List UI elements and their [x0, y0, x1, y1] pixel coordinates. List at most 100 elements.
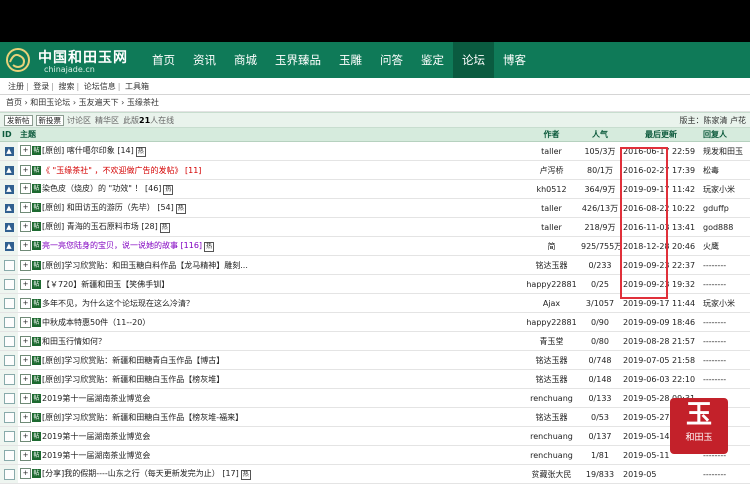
expand-icon[interactable]: +	[20, 316, 31, 328]
expand-icon[interactable]: +	[20, 202, 31, 213]
topic-title-link[interactable]: 2019第十一届湖南茶业博览会	[42, 394, 150, 403]
expand-icon[interactable]: +	[20, 297, 31, 309]
author-cell[interactable]: 卢泻桥	[524, 160, 579, 180]
author-cell[interactable]: happy22881	[524, 312, 579, 332]
last-replier-cell[interactable]: --------	[701, 464, 750, 484]
topic-title-link[interactable]: [原创] 和田访玉的游历（先毕） [54]	[42, 203, 174, 212]
expand-icon[interactable]: +	[20, 373, 31, 385]
breadcrumb[interactable]: 首页 › 和田玉论坛 › 玉友遍天下 › 玉缘茶社	[0, 95, 750, 112]
topic-title-link[interactable]: 亮一亮您陆身的宝贝，说一说她的故事 [116]	[42, 241, 202, 250]
table-row[interactable]: + 帖 2019第十一届湖南茶业博览会 renchuang 0/133 2019-05-2…	[0, 388, 750, 408]
table-row[interactable]: + 帖【￥720】新疆和田玉【笑佛手钏】 happy22881 0/25 2019-09…	[0, 274, 750, 294]
forum-info-link[interactable]: 论坛信息	[84, 82, 116, 91]
last-replier-cell[interactable]: gduffp	[701, 198, 750, 218]
author-cell[interactable]: renchuang	[524, 388, 579, 408]
discussion-area-link[interactable]: 讨论区	[67, 115, 91, 126]
topic-title-link[interactable]: 【￥720】新疆和田玉【笑佛手钏】	[42, 280, 169, 289]
table-row[interactable]: ▲ + 帖 [原创] 喀什噶尔印象 [14] 热 taller 105/3万 2016-06-…	[0, 141, 750, 161]
nav-mall[interactable]: 商城	[225, 42, 266, 78]
new-post-button[interactable]: 发新帖	[4, 115, 33, 126]
expand-icon[interactable]: +	[20, 335, 31, 347]
topic-title-link[interactable]: 染色皮（烧皮）的 "功效" ！ [46]	[42, 184, 161, 193]
table-row[interactable]: + 帖多年不见，为什么这个论坛现在这么冷清？ Ajax 3/1057 2019-09-1…	[0, 293, 750, 313]
expand-icon[interactable]: +	[20, 259, 31, 271]
table-row[interactable]: ▲ + 帖染色皮（烧皮）的 "功效" ！ [46] 热 kh0512 364/9万 2019…	[0, 179, 750, 199]
new-vote-button[interactable]: 新投票	[35, 115, 64, 126]
author-cell[interactable]: taller	[524, 141, 579, 161]
expand-icon[interactable]: +	[20, 468, 31, 479]
expand-icon[interactable]: +	[20, 392, 31, 404]
nav-blog[interactable]: 博客	[494, 42, 535, 78]
last-replier-cell[interactable]: 规发和田玉	[701, 141, 750, 161]
author-cell[interactable]: 简	[524, 236, 579, 256]
essence-area-link[interactable]: 精华区	[95, 115, 119, 126]
last-replier-cell[interactable]: god888	[701, 217, 750, 237]
author-cell[interactable]: 铭达玉器	[524, 350, 579, 370]
table-row[interactable]: + 帖 [原创]学习欣赏贴：新疆和田糖白玉作品【榜灰堆-福来】 铭达玉器 0/53 201…	[0, 407, 750, 427]
table-row[interactable]: ▲ + 帖 [原创] 青海的玉石原料市场 [28] 热 taller 218/9万 2016-…	[0, 217, 750, 237]
register-link[interactable]: 注册	[8, 82, 24, 91]
expand-icon[interactable]: +	[20, 430, 31, 442]
expand-icon[interactable]: +	[20, 145, 31, 156]
last-replier-cell[interactable]: --------	[701, 350, 750, 370]
nav-treasures[interactable]: 玉界臻品	[266, 42, 330, 78]
last-replier-cell[interactable]: 松毒	[701, 160, 750, 180]
table-row[interactable]: + 帖和田玉行情如何？ 青玉堂 0/80 2019-08-28 21:57 -------…	[0, 331, 750, 351]
expand-icon[interactable]: +	[20, 221, 31, 232]
topic-title-link[interactable]: [原创]学习欣赏贴：新疆和田糖白玉作品【榜灰堆】	[42, 375, 224, 384]
expand-icon[interactable]: +	[20, 278, 31, 290]
login-link[interactable]: 登录	[33, 82, 49, 91]
last-replier-cell[interactable]: 玩家小米	[701, 179, 750, 199]
table-row[interactable]: + 帖 2019第十一届湖南茶业博览会 renchuang 1/81 2019-05-11…	[0, 445, 750, 465]
last-replier-cell[interactable]: --------	[701, 312, 750, 332]
topic-title-link[interactable]: 多年不见，为什么这个论坛现在这么冷清？	[42, 299, 194, 308]
author-cell[interactable]: happy22881	[524, 274, 579, 294]
last-replier-cell[interactable]: 玩家小米	[701, 293, 750, 313]
table-row[interactable]: + 帖 2019第十一届湖南茶业博览会 renchuang 0/137 2019-05-1…	[0, 426, 750, 446]
author-cell[interactable]: 贫藏张大民	[524, 464, 579, 484]
author-cell[interactable]: renchuang	[524, 426, 579, 446]
last-replier-cell[interactable]: --------	[701, 331, 750, 351]
search-link[interactable]: 搜索	[59, 82, 75, 91]
topic-title-link[interactable]: [原创]学习欣赏贴：新疆和田糖青白玉作品【博古】	[42, 356, 224, 365]
nav-news[interactable]: 资讯	[184, 42, 225, 78]
table-row[interactable]: + 帖 [分享]我的假期----山东之行（每天更新发完为止） [17] 热贫藏张大民 1…	[0, 464, 750, 484]
topic-title-link[interactable]: 《 "玉缘茶社" ，不欢迎做广告的发帖》 [11]	[42, 166, 201, 175]
table-row[interactable]: ▲ + 帖亮一亮您陆身的宝贝，说一说她的故事 [116] 热简 925/755万 2018…	[0, 236, 750, 256]
last-replier-cell[interactable]: --------	[701, 255, 750, 275]
table-row[interactable]: + 帖 [原创]学习欣赏贴：和田玉糖白料作品【龙马精神】雕刻... 铭达玉器 0/233…	[0, 255, 750, 275]
last-replier-cell[interactable]: --------	[701, 274, 750, 294]
topic-title-link[interactable]: [原创] 喀什噶尔印象 [14]	[42, 146, 134, 155]
author-cell[interactable]: 铭达玉器	[524, 369, 579, 389]
topic-title-link[interactable]: [原创] 青海的玉石原料市场 [28]	[42, 222, 158, 231]
topic-title-link[interactable]: [原创]学习欣赏贴：新疆和田糖白玉作品【榜灰堆-福来】	[42, 413, 243, 422]
table-row[interactable]: ▲ + 帖《 "玉缘茶社" ，不欢迎做广告的发帖》 [11] 卢泻桥 80/1万 2016…	[0, 160, 750, 180]
author-cell[interactable]: Ajax	[524, 293, 579, 313]
topic-title-link[interactable]: [分享]我的假期----山东之行（每天更新发完为止） [17]	[42, 469, 239, 478]
author-cell[interactable]: taller	[524, 198, 579, 218]
expand-icon[interactable]: +	[20, 183, 31, 194]
author-cell[interactable]: 铭达玉器	[524, 255, 579, 275]
nav-appraisal[interactable]: 鉴定	[412, 42, 453, 78]
site-logo[interactable]: 中国和田玉网 chinajade.cn	[4, 46, 144, 76]
nav-carving[interactable]: 玉雕	[330, 42, 371, 78]
last-replier-cell[interactable]: 火鹰	[701, 236, 750, 256]
expand-icon[interactable]: +	[20, 240, 31, 251]
table-row[interactable]: + 帖 [原创]学习欣赏贴：新疆和田糖青白玉作品【博古】 铭达玉器 0/748 2019-…	[0, 350, 750, 370]
author-cell[interactable]: 青玉堂	[524, 331, 579, 351]
topic-title-link[interactable]: 中秋成本特惠50件（11--20）	[42, 318, 150, 327]
last-replier-cell[interactable]: --------	[701, 369, 750, 389]
topic-title-link[interactable]: 2019第十一届湖南茶业博览会	[42, 451, 150, 460]
toolbox-link[interactable]: 工具箱	[125, 82, 149, 91]
table-row[interactable]: ▲ + 帖 [原创] 和田访玉的游历（先毕） [54] 热 taller 426/13万 20…	[0, 198, 750, 218]
topic-title-link[interactable]: 2019第十一届湖南茶业博览会	[42, 432, 150, 441]
table-row[interactable]: + 帖中秋成本特惠50件（11--20） happy22881 0/90 2019-09…	[0, 312, 750, 332]
expand-icon[interactable]: +	[20, 164, 31, 176]
expand-icon[interactable]: +	[20, 354, 31, 366]
expand-icon[interactable]: +	[20, 411, 31, 423]
topic-title-link[interactable]: 和田玉行情如何？	[42, 337, 106, 346]
author-cell[interactable]: renchuang	[524, 445, 579, 465]
topic-title-link[interactable]: [原创]学习欣赏贴：和田玉糖白料作品【龙马精神】雕刻...	[42, 261, 248, 270]
nav-home[interactable]: 首页	[143, 42, 184, 78]
nav-qa[interactable]: 问答	[371, 42, 412, 78]
